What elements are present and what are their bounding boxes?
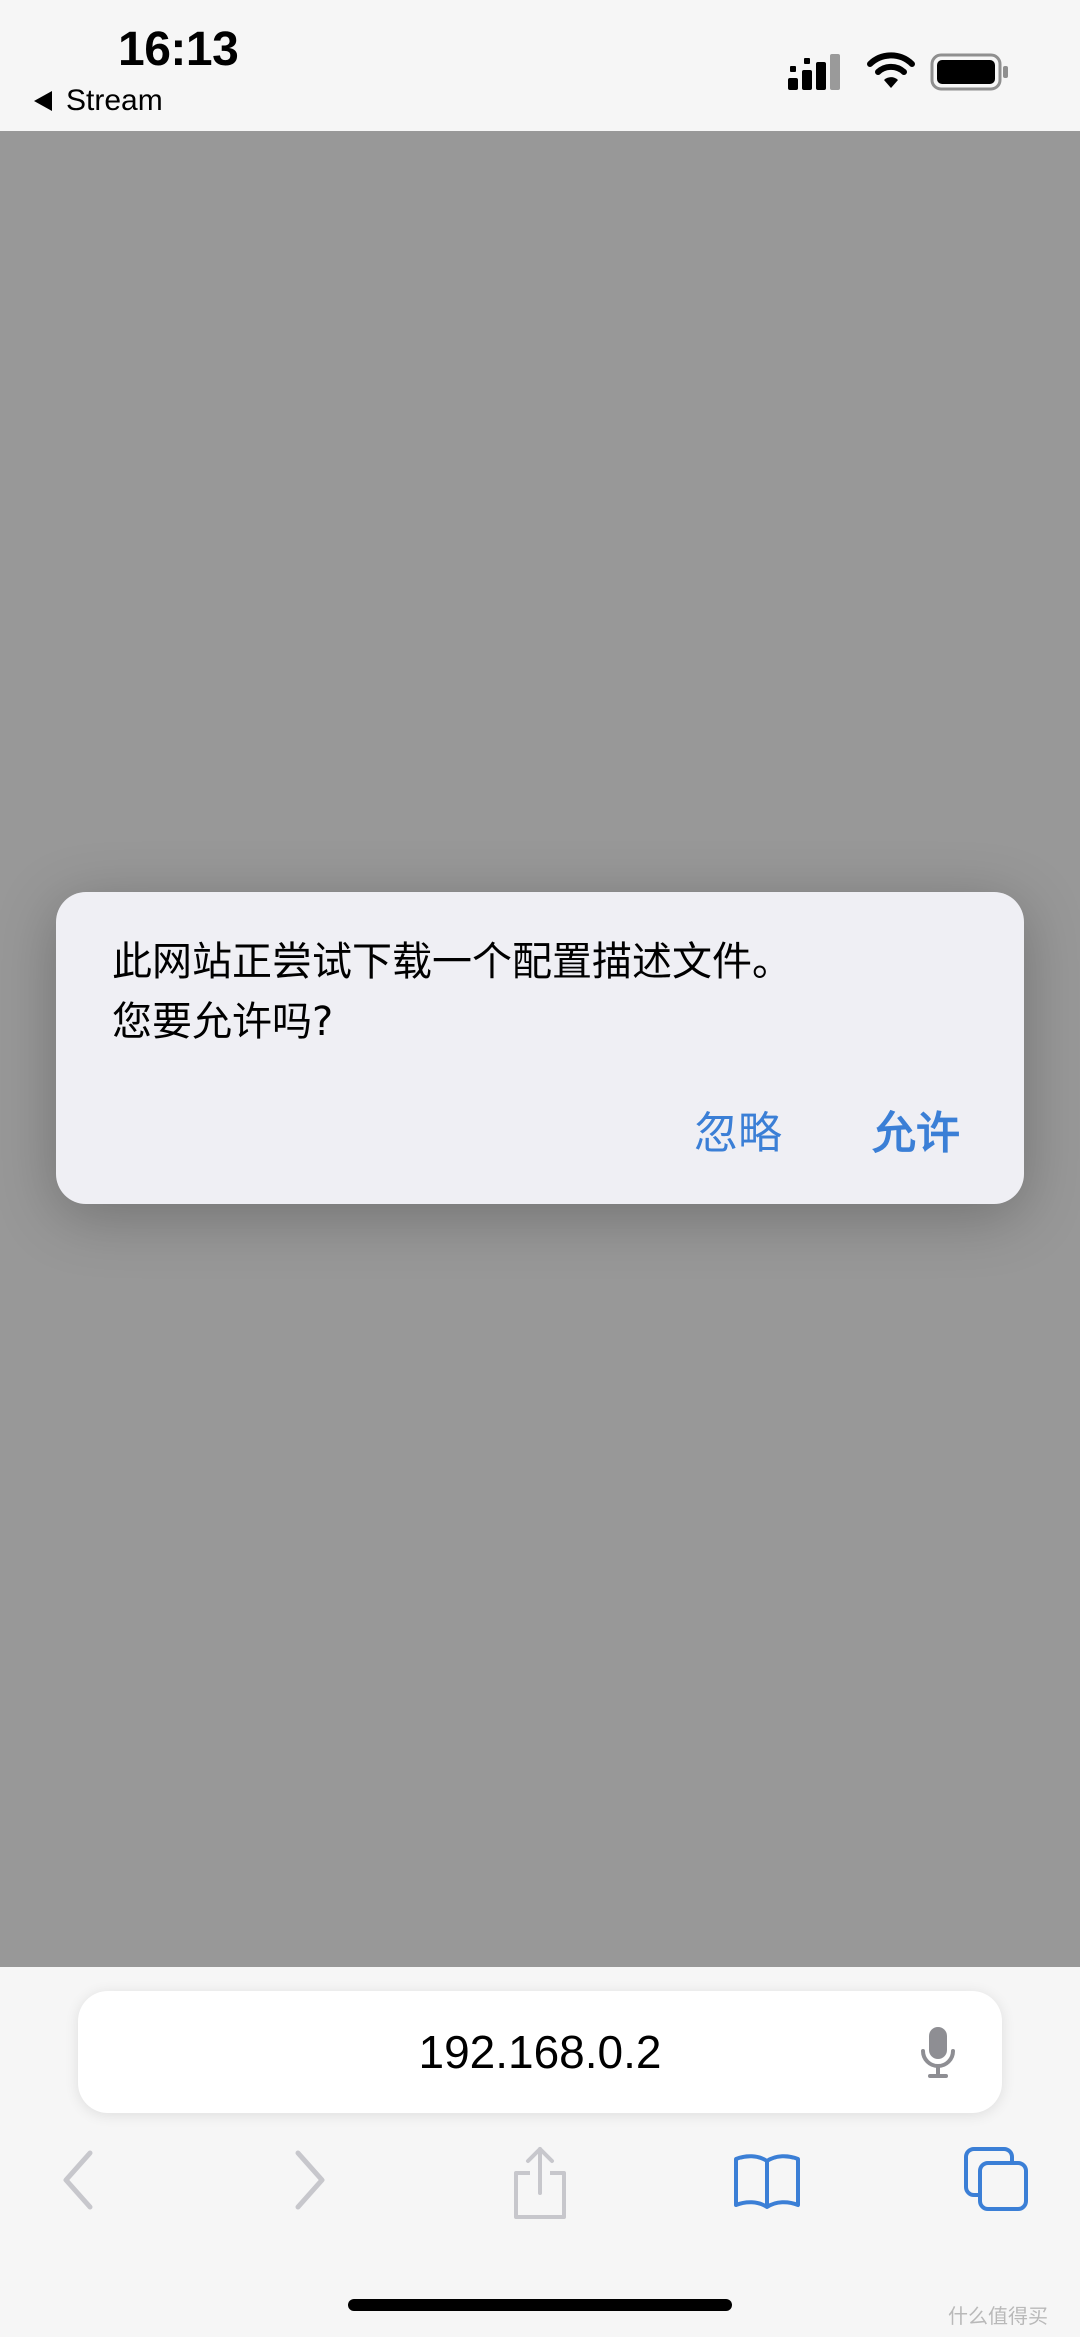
- book-icon: [734, 2154, 800, 2209]
- back-to-app-button[interactable]: Stream: [34, 84, 163, 118]
- tabs-button[interactable]: [962, 2145, 1032, 2218]
- profile-download-alert: 此网站正尝试下载一个配置描述文件。 您要允许吗? 忽略 允许: [56, 892, 1024, 1204]
- back-app-label: Stream: [66, 84, 163, 117]
- browser-bottom-bar: 192.168.0.2: [0, 1967, 1080, 2337]
- share-button[interactable]: [508, 2145, 572, 2224]
- allow-button[interactable]: 允许: [872, 1104, 960, 1164]
- back-triangle-icon: [34, 91, 52, 111]
- chevron-right-icon: [295, 2150, 325, 2210]
- battery-icon: [930, 53, 1008, 91]
- chevron-left-icon: [63, 2150, 93, 2210]
- bookmarks-button[interactable]: [732, 2145, 802, 2218]
- status-bar: 16:13 Stream: [0, 0, 1080, 131]
- alert-message: 此网站正尝试下载一个配置描述文件。 您要允许吗?: [112, 939, 792, 1045]
- ignore-button[interactable]: 忽略: [694, 1104, 782, 1164]
- cellular-signal-icon: [788, 54, 840, 90]
- url-text: 192.168.0.2: [418, 2026, 662, 2078]
- wifi-icon: [867, 52, 915, 88]
- tabs-icon: [964, 2147, 1028, 2211]
- status-time: 16:13: [118, 23, 239, 76]
- back-button[interactable]: [58, 2145, 98, 2218]
- forward-button[interactable]: [290, 2145, 330, 2218]
- watermark: 什么值得买: [948, 2304, 1048, 2328]
- share-icon: [514, 2147, 566, 2219]
- address-bar[interactable]: 192.168.0.2: [78, 1991, 1002, 2113]
- home-indicator[interactable]: [348, 2299, 732, 2311]
- microphone-icon[interactable]: [918, 2023, 958, 2083]
